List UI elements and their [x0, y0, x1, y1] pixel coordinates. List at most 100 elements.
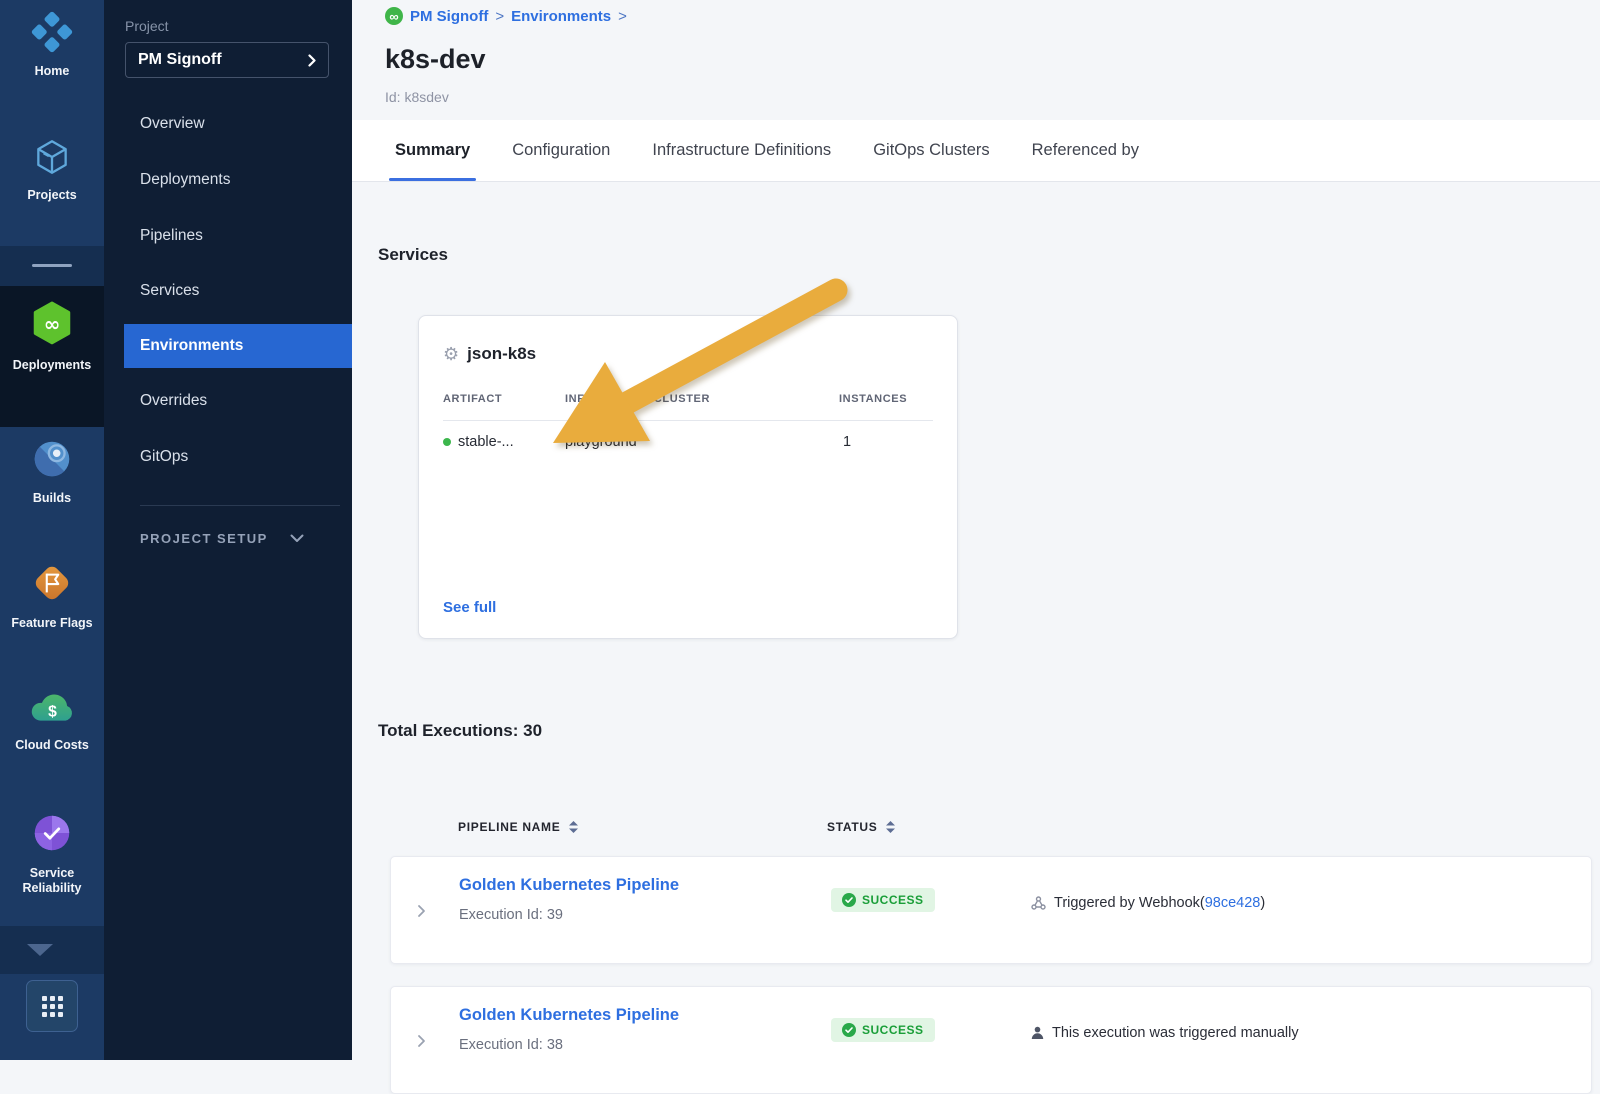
trigger-info: This execution was triggered manually [1031, 1025, 1299, 1041]
col-pipeline-name[interactable]: PIPELINE NAME [458, 820, 578, 834]
module-label: Feature Flags [11, 616, 92, 632]
rail-collapse-handle[interactable] [32, 264, 72, 267]
status-label: SUCCESS [862, 1023, 924, 1037]
module-projects[interactable]: Projects [0, 136, 104, 203]
module-label: Projects [27, 188, 76, 204]
expand-chevron-icon[interactable] [413, 1033, 429, 1054]
user-icon [1031, 1026, 1044, 1040]
instances-cell: 1 [843, 434, 851, 450]
module-rail: Home Projects ∞ Deployments [0, 0, 104, 1060]
status-dot-icon [443, 438, 451, 446]
check-circle-icon [842, 893, 856, 907]
breadcrumb: ∞ PM Signoff > Environments > [385, 7, 627, 25]
module-cloud-costs[interactable]: $ Cloud Costs [0, 686, 104, 753]
trigger-info: Triggered by Webhook(98ce428) [1031, 895, 1265, 911]
module-label: Deployments [13, 358, 92, 374]
pipeline-name-link[interactable]: Golden Kubernetes Pipeline [459, 876, 679, 895]
tab-bar: Summary Configuration Infrastructure Def… [352, 120, 1600, 182]
sidebar-divider [140, 505, 340, 506]
pipeline-name-link[interactable]: Golden Kubernetes Pipeline [459, 1006, 679, 1025]
tab-configuration[interactable]: Configuration [512, 120, 610, 181]
artifact-cell: stable-... [443, 434, 514, 450]
execution-id: Execution Id: 39 [459, 907, 563, 923]
feature-flags-icon [29, 560, 75, 611]
chevron-down-icon [290, 534, 304, 543]
grid-icon [42, 996, 63, 1017]
project-name: PM Signoff [138, 51, 222, 69]
svg-text:∞: ∞ [44, 313, 61, 336]
col-infra-gitops-cluster: INFRA/GITOPS CLUSTER [565, 393, 710, 405]
tab-infrastructure-definitions[interactable]: Infrastructure Definitions [652, 120, 831, 181]
col-instances: INSTANCES [839, 393, 907, 405]
module-service-reliability[interactable]: Service Reliability [0, 810, 104, 897]
module-label: Cloud Costs [15, 738, 89, 754]
trigger-text: This execution was triggered manually [1052, 1025, 1299, 1041]
sidebar-item-overview[interactable]: Overview [104, 115, 352, 133]
see-full-link[interactable]: See full [443, 599, 496, 616]
chevron-right-icon [308, 54, 316, 67]
sidebar-item-deployments[interactable]: Deployments [104, 171, 352, 189]
harness-home-icon [30, 10, 74, 59]
sidebar-item-pipelines[interactable]: Pipelines [104, 227, 352, 245]
status-badge: SUCCESS [831, 888, 935, 912]
services-heading: Services [378, 245, 448, 265]
execution-row[interactable]: Golden Kubernetes Pipeline Execution Id:… [390, 856, 1592, 964]
deployments-cd-icon: ∞ [28, 300, 76, 353]
apps-grid-button[interactable] [26, 980, 78, 1032]
breadcrumb-separator: > [618, 8, 627, 25]
sidebar-item-overrides[interactable]: Overrides [104, 392, 352, 410]
sort-icon[interactable] [569, 821, 578, 833]
sidebar-item-services[interactable]: Services [104, 282, 352, 300]
module-feature-flags[interactable]: Feature Flags [0, 560, 104, 631]
service-gear-icon: ⚙ [443, 345, 459, 363]
sidebar-item-gitops[interactable]: GitOps [104, 448, 352, 466]
builds-ci-icon [30, 437, 74, 486]
breadcrumb-separator: > [495, 8, 504, 25]
tab-referenced-by[interactable]: Referenced by [1032, 120, 1139, 181]
rail-divider-strip [0, 246, 104, 286]
cd-module-icon: ∞ [385, 7, 403, 25]
webhook-id-link[interactable]: 98ce428 [1205, 895, 1261, 911]
expand-chevron-icon[interactable] [413, 903, 429, 924]
webhook-icon [1031, 896, 1046, 910]
tab-summary[interactable]: Summary [395, 120, 470, 181]
projects-cube-icon [31, 136, 73, 183]
total-executions-heading: Total Executions: 30 [378, 721, 542, 741]
check-circle-icon [842, 1023, 856, 1037]
cloud-costs-icon: $ [28, 686, 76, 733]
chevron-down-icon[interactable] [27, 944, 53, 956]
card-divider [443, 420, 933, 421]
sidebar-item-environments[interactable]: Environments [124, 324, 352, 368]
cluster-cell: playground [565, 434, 637, 450]
project-selector[interactable]: PM Signoff [125, 42, 329, 78]
status-label: SUCCESS [862, 893, 924, 907]
module-deployments[interactable]: ∞ Deployments [0, 300, 104, 373]
col-status[interactable]: STATUS [827, 820, 895, 834]
module-label: Service Reliability [2, 866, 102, 897]
module-home[interactable]: Home [0, 10, 104, 79]
execution-row[interactable]: Golden Kubernetes Pipeline Execution Id:… [390, 986, 1592, 1094]
service-card-title: ⚙ json-k8s [443, 344, 536, 364]
project-setup-label: PROJECT SETUP [140, 531, 268, 546]
module-label: Builds [33, 491, 71, 507]
status-badge: SUCCESS [831, 1018, 935, 1042]
page-title: k8s-dev [385, 44, 486, 75]
col-label: PIPELINE NAME [458, 820, 560, 834]
tab-gitops-clusters[interactable]: GitOps Clusters [873, 120, 989, 181]
main-content: ∞ PM Signoff > Environments > k8s-dev Id… [352, 0, 1600, 1060]
breadcrumb-environments[interactable]: Environments [511, 8, 611, 25]
trigger-text: Triggered by Webhook(98ce428) [1054, 895, 1265, 911]
breadcrumb-project[interactable]: PM Signoff [410, 8, 488, 25]
service-summary-card: ⚙ json-k8s ARTIFACT INFRA/GITOPS CLUSTER… [418, 315, 958, 639]
module-label: Home [35, 64, 70, 80]
sort-icon[interactable] [886, 821, 895, 833]
project-label: Project [125, 18, 169, 34]
module-builds[interactable]: Builds [0, 437, 104, 506]
artifact-value: stable-... [458, 434, 514, 450]
svg-text:$: $ [48, 703, 57, 720]
project-setup-toggle[interactable]: PROJECT SETUP [140, 531, 304, 546]
execution-id: Execution Id: 38 [459, 1037, 563, 1053]
col-artifact: ARTIFACT [443, 393, 502, 405]
service-name: json-k8s [467, 344, 536, 364]
col-label: STATUS [827, 820, 877, 834]
